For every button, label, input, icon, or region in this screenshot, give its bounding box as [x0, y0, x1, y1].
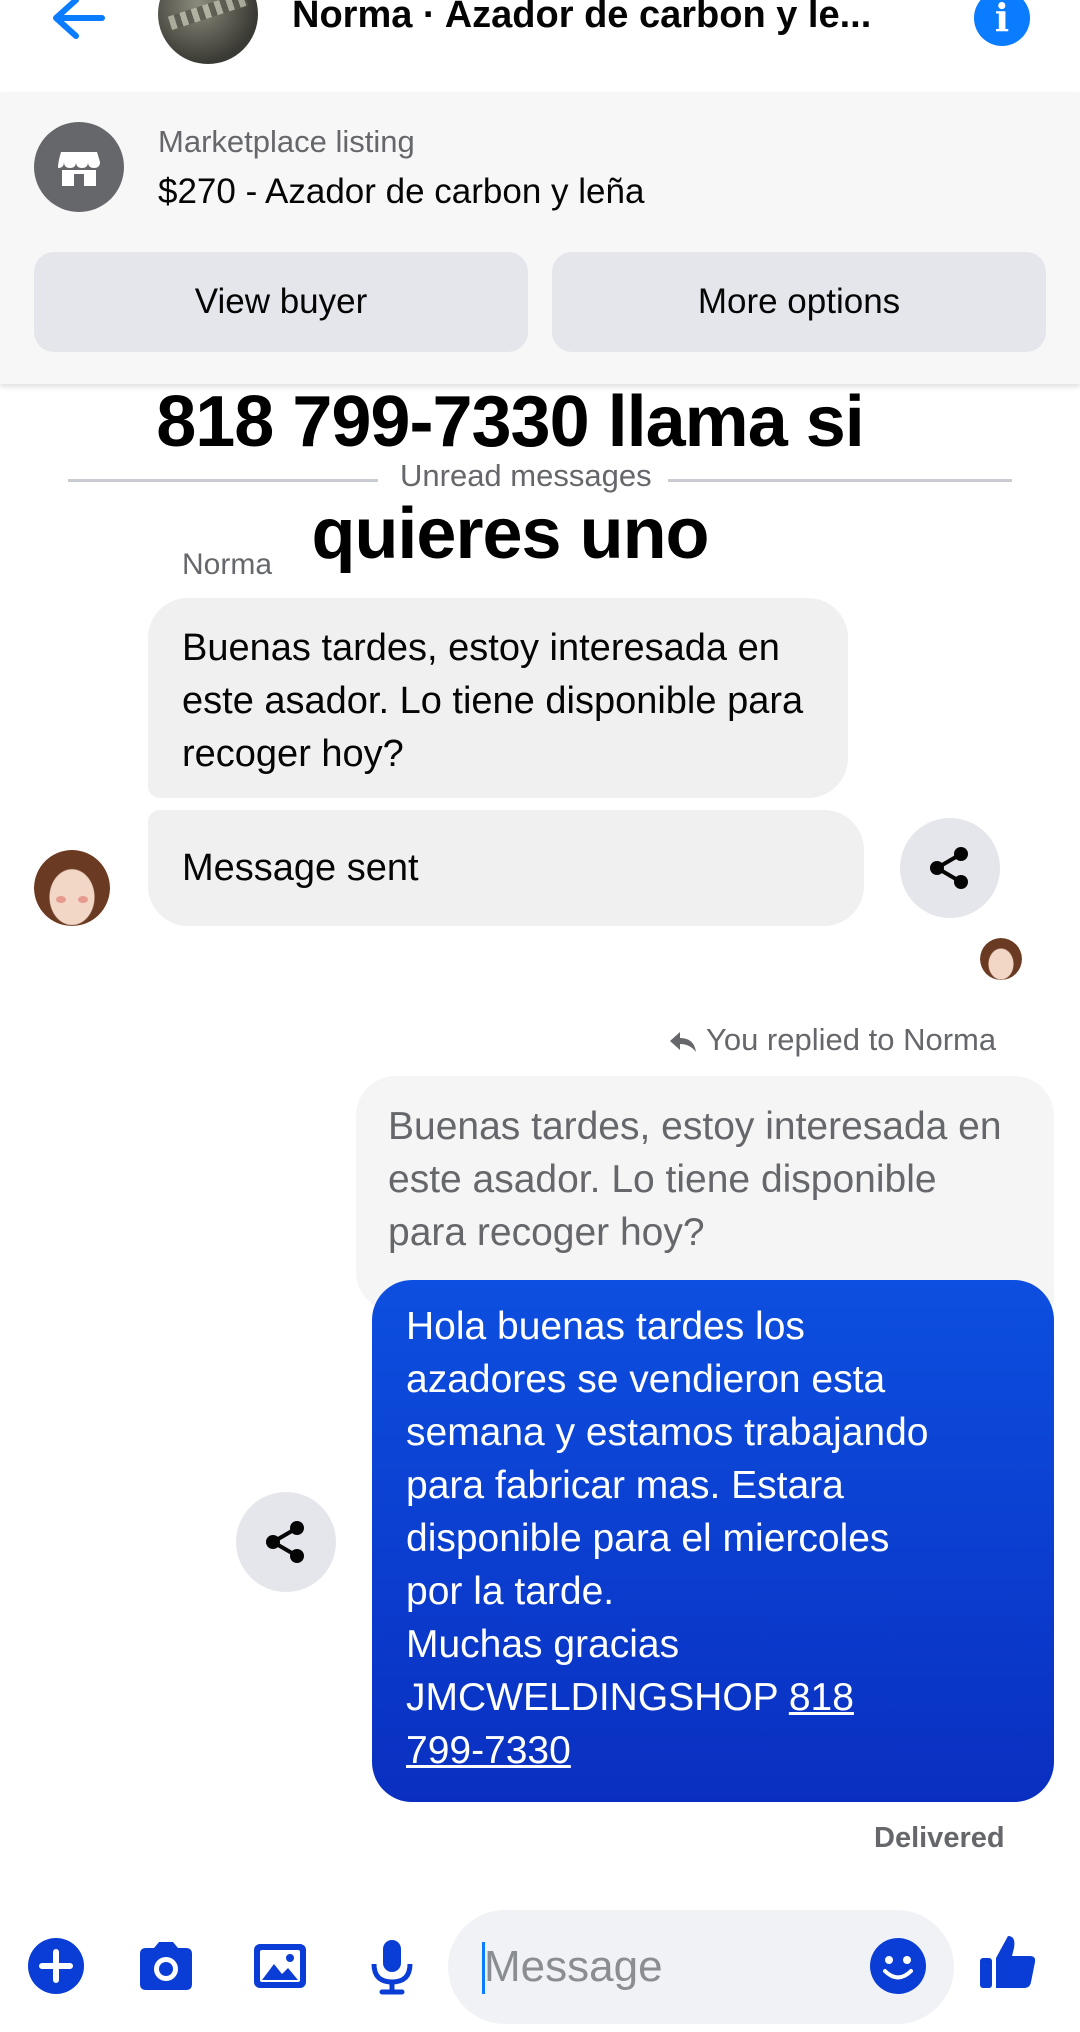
replied-label: You replied to Norma: [668, 1022, 996, 1058]
share-button[interactable]: [236, 1492, 336, 1592]
signature-text: JMCWELDINGSHOP: [406, 1676, 778, 1719]
storefront-icon: [34, 122, 124, 212]
marketplace-listing-panel: Marketplace listing $270 - Azador de car…: [0, 92, 1080, 384]
share-icon: [930, 847, 968, 889]
overlay-caption: 818 799-7330 llama si quieres uno: [0, 366, 1020, 590]
quoted-message-bubble[interactable]: Buenas tardes, estoy interesada en este …: [356, 1076, 1054, 1312]
message-line: por la tarde.: [406, 1570, 615, 1613]
conversation-title[interactable]: Norma · Azador de carbon y le...: [292, 0, 871, 37]
text-cursor: [482, 1942, 485, 1994]
info-icon[interactable]: i: [974, 0, 1030, 46]
message-line: disponible para el miercoles: [406, 1517, 890, 1560]
microphone-icon[interactable]: [360, 1934, 424, 1998]
seen-avatar: [980, 938, 1022, 980]
share-icon: [266, 1521, 304, 1563]
incoming-message-bubble[interactable]: Buenas tardes, estoy interesada en este …: [148, 598, 848, 798]
outgoing-message-bubble[interactable]: Hola buenas tardes los azadores se vendi…: [372, 1280, 1054, 1802]
delivery-status: Delivered: [874, 1822, 1005, 1854]
thumbs-up-icon[interactable]: [976, 1930, 1040, 1994]
message-line: Hola buenas tardes los: [406, 1305, 805, 1348]
more-options-button[interactable]: More options: [552, 252, 1046, 352]
replied-label-text: You replied to Norma: [706, 1022, 997, 1057]
message-line: semana y estamos trabajando: [406, 1411, 929, 1454]
composer-bar: [0, 1900, 1080, 2032]
overlay-caption-line2: quieres uno: [311, 494, 709, 574]
view-buyer-button[interactable]: View buyer: [34, 252, 528, 352]
listing-title[interactable]: $270 - Azador de carbon y leña: [158, 172, 644, 212]
message-line: JMCWELDINGSHOP 818: [406, 1671, 1020, 1724]
message-line: Muchas gracias: [406, 1623, 680, 1666]
phone-link[interactable]: 799-7330: [406, 1724, 1020, 1777]
message-line: azadores se vendieron esta: [406, 1358, 886, 1401]
gallery-icon[interactable]: [248, 1934, 312, 1998]
overlay-caption-line1: 818 799-7330 llama si: [156, 382, 865, 462]
listing-label: Marketplace listing: [158, 124, 415, 159]
camera-icon[interactable]: [134, 1934, 198, 1998]
arrow-left-icon[interactable]: [40, 0, 120, 44]
listing-thumbnail[interactable]: [158, 0, 258, 64]
reply-icon: [670, 1031, 696, 1052]
avatar[interactable]: [34, 850, 110, 926]
conversation-header: Norma · Azador de carbon y le... i: [0, 0, 1080, 92]
message-sent-bubble[interactable]: Message sent: [148, 810, 864, 926]
emoji-icon[interactable]: [866, 1934, 930, 1998]
phone-link[interactable]: 818: [789, 1676, 854, 1719]
share-button[interactable]: [900, 818, 1000, 918]
plus-icon[interactable]: [24, 1934, 88, 1998]
message-line: para fabricar mas. Estara: [406, 1464, 844, 1507]
